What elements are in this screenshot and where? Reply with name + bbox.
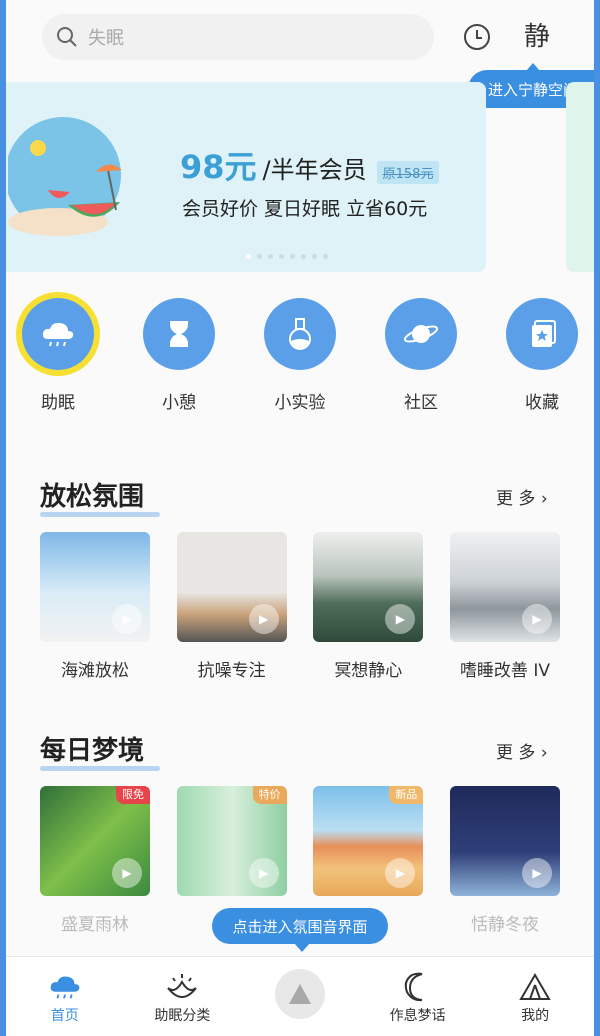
play-icon: ▶ bbox=[112, 604, 142, 634]
thumb-cup: ▶ bbox=[176, 532, 287, 642]
play-icon: ▶ bbox=[521, 858, 552, 888]
play-icon: ▶ bbox=[248, 604, 279, 634]
thumb-winter: ▶ bbox=[449, 786, 560, 896]
banner-price: 98元 bbox=[180, 148, 257, 186]
more-dream-button[interactable]: 更 多 › bbox=[496, 738, 548, 763]
bookmark-star-icon bbox=[532, 320, 556, 347]
thumb-bamboo: 特价 ▶ bbox=[176, 786, 287, 896]
nav-label: 助眠分类 bbox=[154, 1008, 211, 1024]
chevron-right-icon: › bbox=[540, 743, 548, 763]
carousel-dot[interactable] bbox=[268, 254, 273, 259]
carousel-dot[interactable] bbox=[279, 254, 284, 259]
badge-free: 限免 bbox=[116, 786, 150, 804]
feature-experiment[interactable]: 小实验 bbox=[262, 298, 338, 413]
card-label: 嗜睡改善 IV bbox=[459, 661, 550, 681]
history-button[interactable] bbox=[462, 22, 492, 52]
carousel-dot[interactable] bbox=[312, 254, 317, 259]
play-icon: ▶ bbox=[385, 604, 416, 634]
summer-illustration bbox=[8, 117, 122, 236]
thumb-mountain: ▶ bbox=[449, 532, 560, 642]
nav-sleep-categories[interactable]: 助眠分类 bbox=[132, 969, 232, 1025]
feature-nap[interactable]: 小憩 bbox=[141, 298, 217, 413]
ambience-tooltip[interactable]: 点击进入氛围音界面 bbox=[212, 908, 388, 952]
search-icon bbox=[57, 27, 77, 47]
dream-card-winter[interactable]: ▶ 恬静冬夜 bbox=[449, 786, 560, 935]
relax-card-beach[interactable]: ▶ 海滩放松 bbox=[40, 532, 150, 681]
feature-sleep-aid[interactable]: 助眠 bbox=[20, 298, 96, 413]
banner-price-suffix: /半年会员 bbox=[262, 156, 367, 184]
quiet-space-button[interactable]: 静 bbox=[524, 16, 550, 53]
clock-icon bbox=[464, 24, 490, 50]
banner-original-price: 原158元 bbox=[376, 161, 440, 184]
nav-home[interactable]: 首页 bbox=[15, 969, 115, 1025]
relax-grid: ▶ 海滩放松 ▶ 抗噪专注 ▶ 冥想静心 ▶ 嗜睡改善 IV bbox=[40, 532, 560, 681]
chevron-right-icon: › bbox=[540, 489, 548, 509]
nav-label: 我的 bbox=[521, 1008, 550, 1024]
badge-new: 新品 bbox=[389, 786, 424, 804]
carousel-dot[interactable] bbox=[246, 254, 251, 259]
thumb-beach: ▶ bbox=[40, 532, 150, 642]
feature-favorites[interactable]: 收藏 bbox=[504, 298, 580, 413]
feature-label: 收藏 bbox=[525, 393, 559, 413]
card-label: 恬静冬夜 bbox=[470, 915, 539, 935]
planet-icon bbox=[403, 325, 439, 343]
card-label: 抗噪专注 bbox=[197, 661, 266, 681]
thumb-rainforest: 限免 ▶ bbox=[40, 786, 150, 896]
badge-sale: 特价 bbox=[252, 786, 287, 804]
carousel-dot[interactable] bbox=[301, 254, 306, 259]
search-placeholder: 失眠 bbox=[88, 28, 124, 49]
play-icon: ▶ bbox=[521, 604, 552, 634]
flask-icon bbox=[289, 318, 311, 350]
cloud-rain-icon bbox=[42, 322, 74, 347]
card-label: 海滩放松 bbox=[61, 661, 129, 681]
more-label: 更 多 bbox=[496, 743, 536, 763]
nav-label: 作息梦话 bbox=[389, 1008, 446, 1024]
feature-community[interactable]: 社区 bbox=[383, 298, 459, 413]
carousel-dot[interactable] bbox=[290, 254, 295, 259]
thumb-desert: 新品 ▶ bbox=[313, 786, 424, 896]
card-label: 冥想静心 bbox=[334, 661, 403, 681]
feature-label: 小实验 bbox=[274, 393, 326, 413]
dream-card-rainforest[interactable]: 限免 ▶ 盛夏雨林 bbox=[40, 786, 150, 935]
section-title-dream: 每日梦境 bbox=[40, 730, 161, 771]
app-screen: 失眠 静 进入宁静空间 98元 /半年会员 原158元 会员好价 夏日好眠 立省… bbox=[6, 0, 594, 1036]
search-bar[interactable]: 失眠 bbox=[42, 14, 434, 60]
more-relax-button[interactable]: 更 多 › bbox=[496, 484, 548, 509]
feature-label: 小憩 bbox=[162, 393, 196, 413]
feature-row: 助眠 小憩 小实验 社区 收藏 bbox=[20, 298, 580, 413]
tent-icon bbox=[519, 973, 551, 1000]
play-icon: ▶ bbox=[248, 858, 279, 888]
feature-label: 助眠 bbox=[41, 393, 75, 413]
next-banner-peek[interactable] bbox=[566, 82, 594, 272]
bottom-nav: 首页 助眠分类 作息梦话 我的 bbox=[6, 956, 594, 1036]
carousel-dot[interactable] bbox=[323, 254, 328, 259]
relax-card-meditation[interactable]: ▶ 冥想静心 bbox=[313, 532, 424, 681]
banner-description: 会员好价 夏日好眠 立省60元 bbox=[182, 198, 428, 220]
carousel-dot[interactable] bbox=[257, 254, 262, 259]
relax-card-drowsy[interactable]: ▶ 嗜睡改善 IV bbox=[449, 532, 560, 681]
hourglass-icon bbox=[170, 321, 188, 347]
nav-center-ambience[interactable] bbox=[250, 969, 350, 1019]
play-icon: ▶ bbox=[385, 858, 416, 888]
play-icon: ▶ bbox=[112, 858, 142, 888]
thumb-forest: ▶ bbox=[313, 532, 424, 642]
card-label: 盛夏雨林 bbox=[61, 915, 129, 935]
more-label: 更 多 bbox=[496, 489, 536, 509]
relax-card-noise[interactable]: ▶ 抗噪专注 bbox=[176, 532, 287, 681]
triangle-center-icon bbox=[288, 984, 311, 1004]
cloud-rain-icon bbox=[50, 976, 80, 999]
nav-profile[interactable]: 我的 bbox=[485, 969, 585, 1025]
feature-label: 社区 bbox=[404, 393, 438, 413]
nav-schedule[interactable]: 作息梦话 bbox=[368, 969, 468, 1025]
lotus-icon bbox=[167, 974, 198, 998]
carousel-dots bbox=[246, 254, 328, 259]
moon-icon bbox=[404, 972, 422, 1002]
section-title-relax: 放松氛围 bbox=[40, 476, 161, 517]
promo-banner[interactable]: 98元 /半年会员 原158元 会员好价 夏日好眠 立省60元 bbox=[6, 82, 486, 272]
nav-label: 首页 bbox=[50, 1008, 79, 1024]
